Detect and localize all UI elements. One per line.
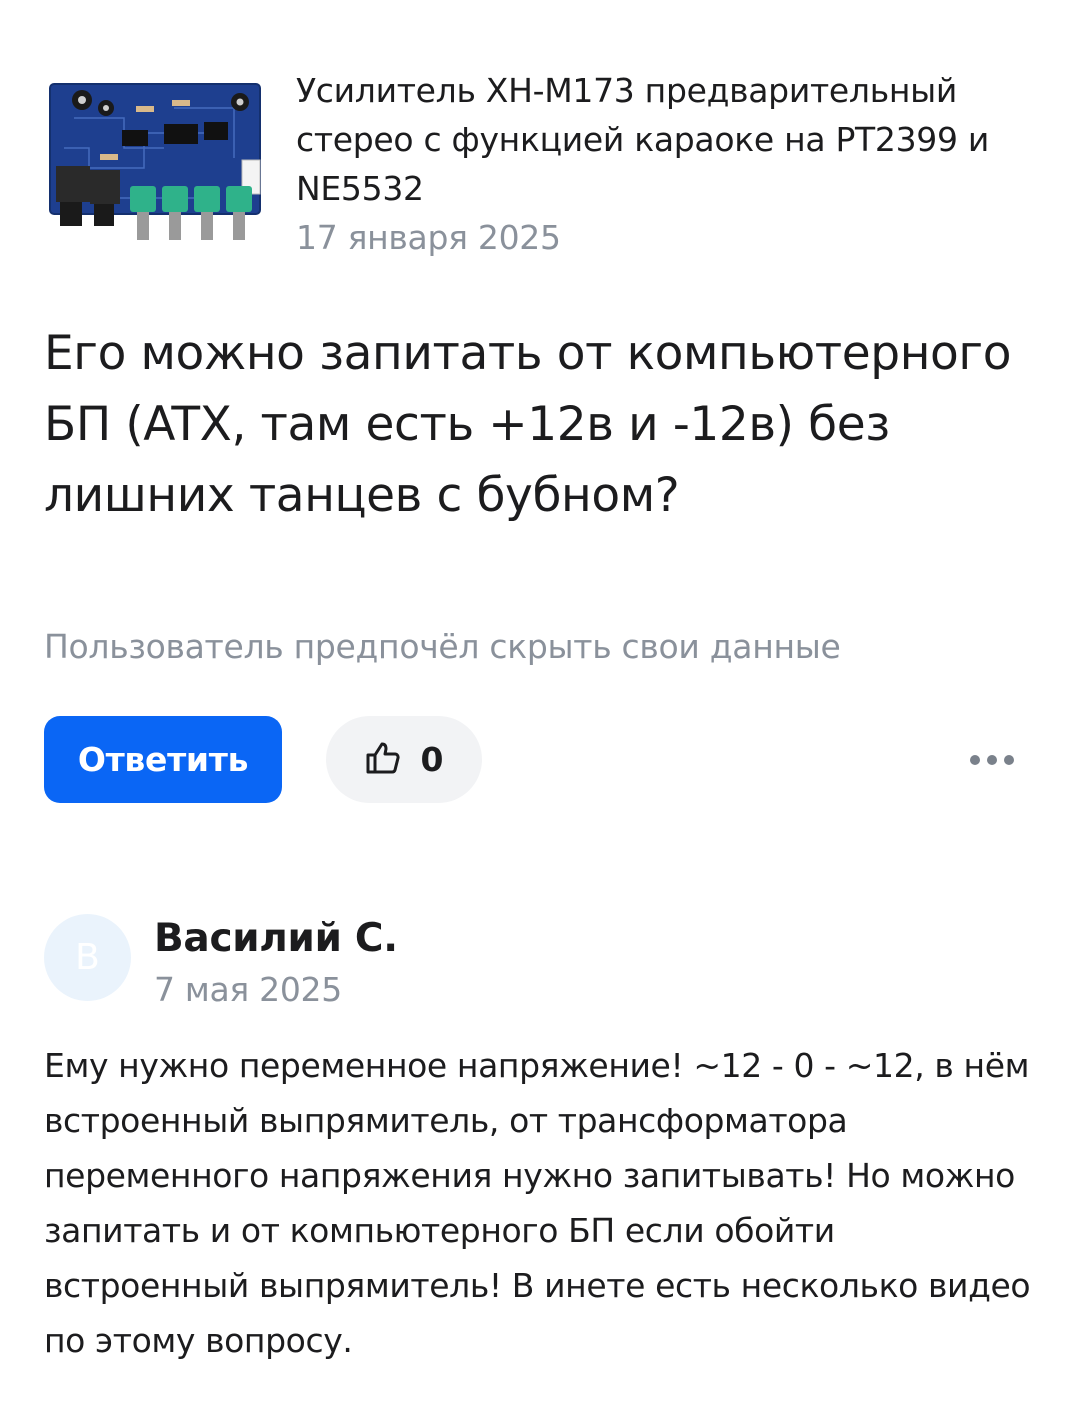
dot [987, 755, 997, 765]
product-date: 17 января 2025 [296, 218, 561, 257]
thumbs-up-icon [365, 741, 401, 779]
like-count: 0 [420, 740, 444, 779]
question-title: Его можно запитать от компьютерного БП (… [44, 326, 1012, 523]
like-button[interactable]: 0 [326, 716, 482, 803]
dot [1004, 755, 1014, 765]
reply-button[interactable]: Ответить [44, 716, 282, 803]
pcb-board-icon [44, 58, 266, 248]
answer-date: 7 мая 2025 [154, 970, 342, 1009]
answer-text: Ему нужно переменное напряжение! ~12 - 0… [44, 1046, 1031, 1360]
product-image[interactable] [44, 58, 266, 248]
more-dots-icon[interactable] [960, 740, 1024, 780]
dot [970, 755, 980, 765]
avatar[interactable]: В [44, 914, 131, 1001]
answer-author-name[interactable]: Василий С. [154, 914, 398, 964]
product-card[interactable]: Усилитель XH-M173 предварительный стерео… [44, 58, 1034, 258]
question-author: Пользователь предпочёл скрыть свои данны… [44, 627, 841, 666]
product-title[interactable]: Усилитель XH-M173 предварительный стерео… [296, 66, 1036, 213]
